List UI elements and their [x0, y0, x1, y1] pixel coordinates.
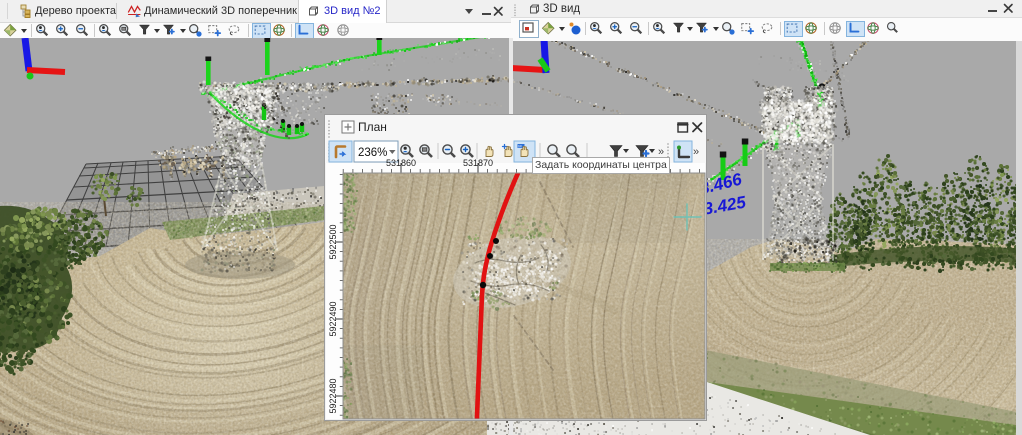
svg-text:M: M	[518, 144, 521, 149]
svg-text:5922500: 5922500	[328, 224, 338, 259]
svg-text:5922490: 5922490	[328, 301, 338, 336]
svg-text:План: План	[358, 120, 387, 134]
svg-text:»: »	[693, 146, 699, 158]
svg-text:531870: 531870	[463, 158, 493, 168]
svg-text:5922480: 5922480	[328, 378, 338, 413]
svg-text:236%: 236%	[358, 147, 387, 159]
svg-text:531860: 531860	[386, 158, 416, 168]
